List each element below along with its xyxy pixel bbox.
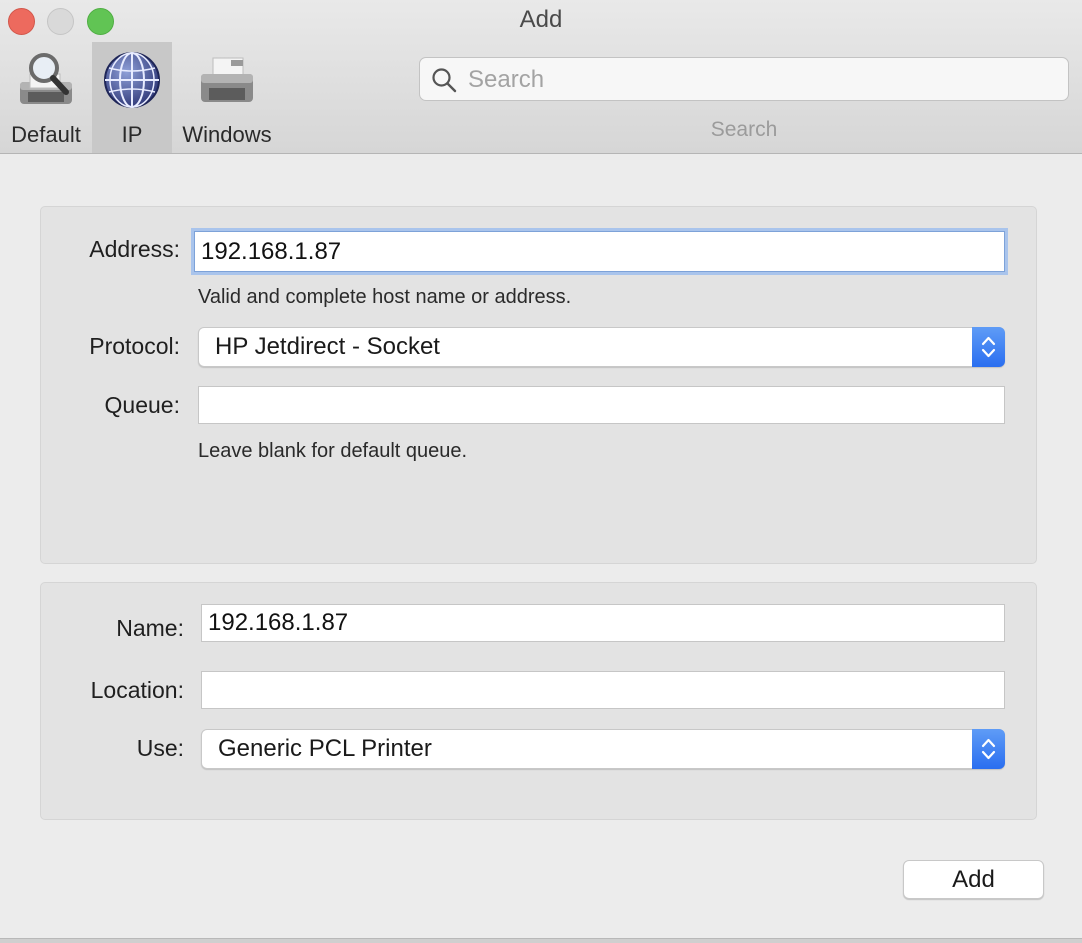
name-input[interactable] (201, 604, 1005, 642)
use-driver-value: Generic PCL Printer (218, 735, 432, 762)
location-label: Location: (90, 677, 184, 703)
toolbar-default-label: Default (11, 122, 81, 147)
chevron-up-down-icon (981, 336, 996, 358)
toolbar-default-tab[interactable]: Default (0, 42, 92, 153)
search-caption: Search (710, 118, 778, 141)
search-icon (432, 68, 457, 93)
queue-label: Queue: (104, 392, 180, 418)
toolbar-ip-tab[interactable]: IP (92, 42, 172, 153)
window-toolbar: Add Default IP Windows Search Search (0, 0, 1082, 154)
window-title: Add (519, 6, 563, 33)
add-button[interactable]: Add (903, 860, 1044, 899)
queue-input[interactable] (198, 386, 1005, 424)
protocol-popup[interactable]: HP Jetdirect - Socket (198, 327, 1005, 367)
toolbar-ip-label: IP (121, 122, 143, 147)
use-driver-popup[interactable]: Generic PCL Printer (201, 729, 1005, 769)
search-input[interactable] (466, 62, 1060, 98)
address-label: Address: (89, 236, 180, 262)
protocol-value: HP Jetdirect - Socket (215, 333, 440, 360)
use-label: Use: (136, 735, 184, 761)
chevron-up-down-icon (981, 738, 996, 760)
globe-icon (104, 52, 160, 108)
protocol-label: Protocol: (89, 333, 180, 359)
printer-magnifier-icon (20, 53, 72, 104)
protocol-stepper[interactable] (972, 327, 1005, 367)
toolbar-windows-label: Windows (182, 122, 272, 147)
use-driver-stepper[interactable] (972, 729, 1005, 769)
printer-icon (201, 57, 253, 102)
address-hint: Valid and complete host name or address. (198, 286, 572, 308)
window-bottom-edge (0, 938, 1082, 943)
name-label: Name: (116, 615, 184, 641)
location-input[interactable] (201, 671, 1005, 709)
search-field[interactable] (419, 57, 1069, 101)
queue-hint: Leave blank for default queue. (198, 440, 468, 462)
toolbar-windows-tab[interactable]: Windows (172, 42, 282, 153)
address-input[interactable] (194, 231, 1005, 272)
